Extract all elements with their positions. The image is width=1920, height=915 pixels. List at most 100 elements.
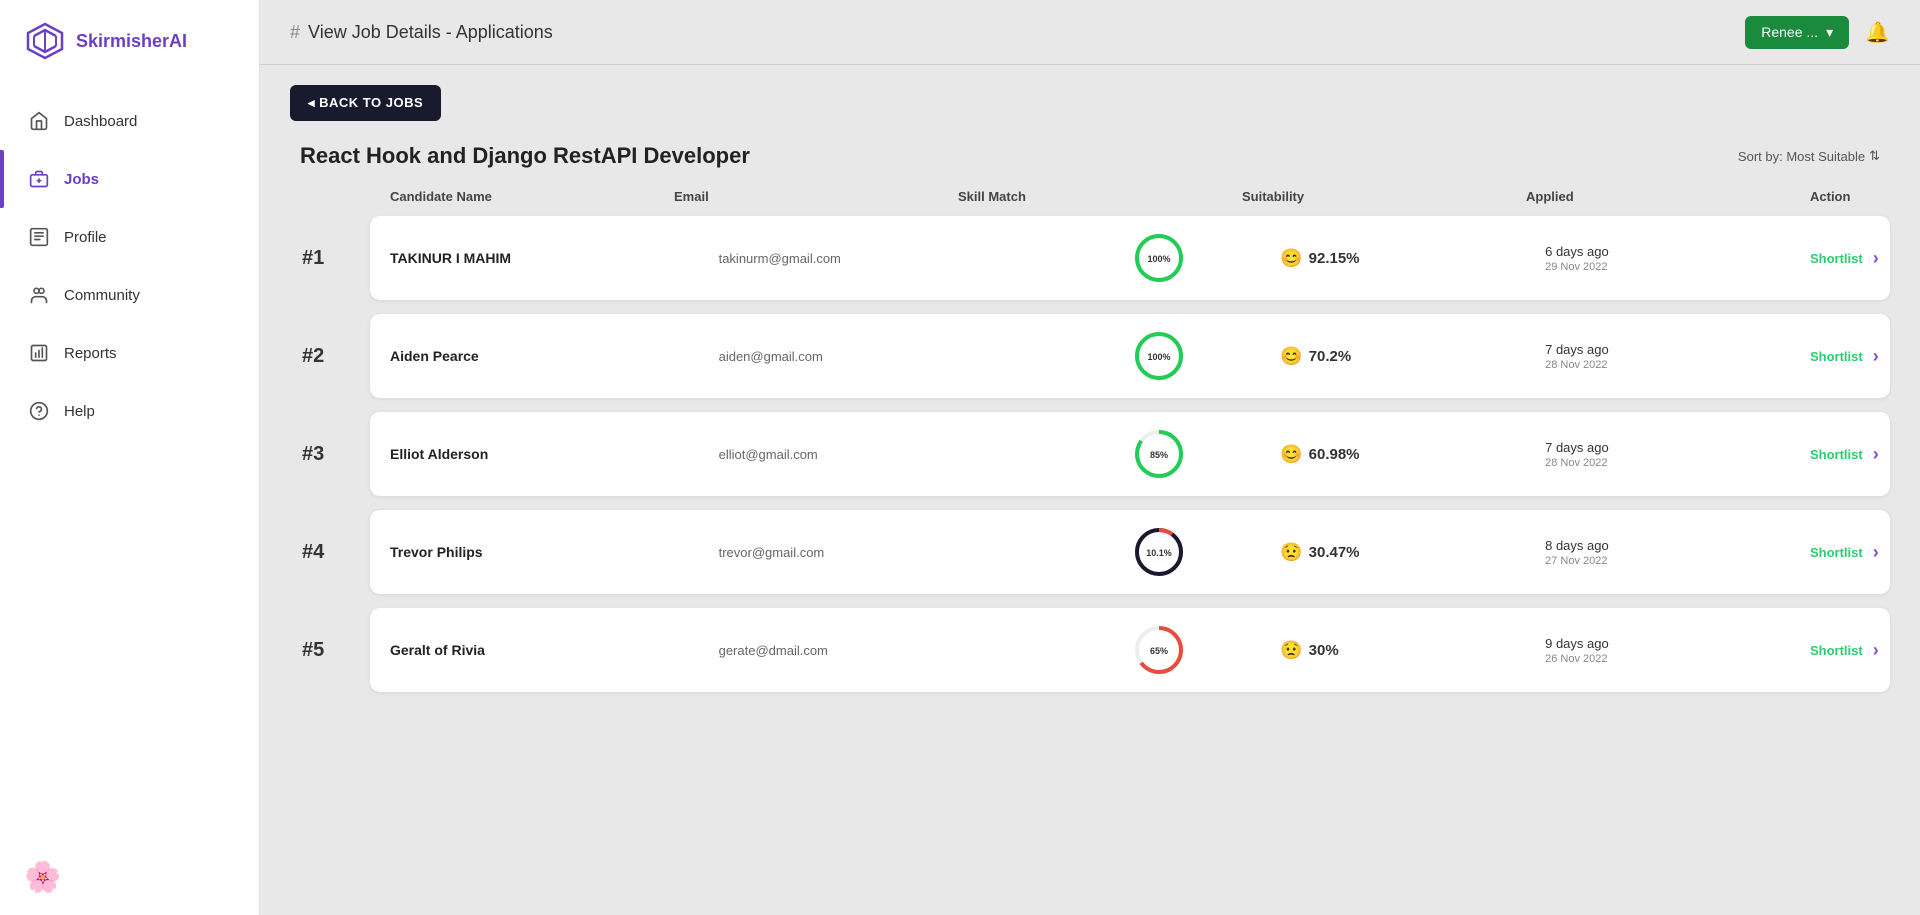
sidebar-item-label: Jobs (64, 171, 99, 188)
shortlist-link[interactable]: Shortlist (1810, 251, 1863, 266)
community-icon (28, 284, 50, 306)
chevron-right-icon[interactable]: › (1873, 640, 1879, 661)
candidate-card: Geralt of Rivia gerate@dmail.com 65% 😟 3… (370, 608, 1890, 692)
main-area: # View Job Details - Applications Renee … (260, 0, 1920, 915)
sort-icon: ⇅ (1869, 148, 1880, 164)
action-cell: Shortlist › (1810, 346, 1870, 367)
sidebar-item-profile[interactable]: Profile (0, 208, 259, 266)
candidate-email: trevor@gmail.com (719, 545, 1038, 560)
sidebar-item-label: Help (64, 403, 95, 420)
candidate-card: Aiden Pearce aiden@gmail.com 100% 😊 70.2… (370, 314, 1890, 398)
back-to-jobs-button[interactable]: ◂ BACK TO JOBS (290, 85, 441, 121)
sidebar-item-dashboard[interactable]: Dashboard (0, 92, 259, 150)
candidate-card: Trevor Philips trevor@gmail.com 10.1% 😟 … (370, 510, 1890, 594)
skill-match-circle: 100% (1047, 330, 1270, 382)
chevron-right-icon[interactable]: › (1873, 346, 1879, 367)
rank-label: #2 (290, 345, 370, 368)
shortlist-link[interactable]: Shortlist (1810, 643, 1863, 658)
page-title: React Hook and Django RestAPI Developer (300, 143, 750, 169)
content-area: ◂ BACK TO JOBS React Hook and Django Res… (260, 65, 1920, 915)
table-row: #4 Trevor Philips trevor@gmail.com 10.1%… (290, 510, 1890, 594)
skill-match-circle: 100% (1047, 232, 1270, 284)
skill-match-circle: 10.1% (1047, 526, 1270, 578)
candidate-email: aiden@gmail.com (719, 349, 1038, 364)
logo-text: SkirmisherAI (76, 31, 187, 52)
chevron-right-icon[interactable]: › (1873, 542, 1879, 563)
flower-icon: 🌸 (24, 861, 61, 894)
profile-icon (28, 226, 50, 248)
skill-match-circle: 65% (1047, 624, 1270, 676)
action-cell: Shortlist › (1810, 542, 1870, 563)
th-action: Action (1810, 189, 1870, 204)
action-cell: Shortlist › (1810, 640, 1870, 661)
th-rank (310, 189, 390, 204)
candidate-card: Elliot Alderson elliot@gmail.com 85% 😊 6… (370, 412, 1890, 496)
th-name: Candidate Name (390, 189, 674, 204)
th-applied: Applied (1526, 189, 1810, 204)
header-title: # View Job Details - Applications (290, 22, 553, 43)
header-title-text: View Job Details - Applications (308, 22, 553, 43)
sort-control[interactable]: Sort by: Most Suitable ⇅ (1738, 148, 1880, 164)
candidate-card: TAKINUR I MAHIM takinurm@gmail.com 100% … (370, 216, 1890, 300)
candidate-email: elliot@gmail.com (719, 447, 1038, 462)
chevron-down-icon: ▾ (1826, 24, 1833, 41)
sidebar-item-reports[interactable]: Reports (0, 324, 259, 382)
sidebar-item-label: Community (64, 287, 140, 304)
header-right: Renee ... ▾ 🔔 (1745, 16, 1890, 49)
sidebar-item-help[interactable]: Help (0, 382, 259, 440)
sidebar-item-community[interactable]: Community (0, 266, 259, 324)
logo: SkirmisherAI (0, 0, 259, 82)
sidebar-nav: Dashboard Jobs (0, 92, 259, 840)
svg-text:85%: 85% (1150, 450, 1168, 460)
header: # View Job Details - Applications Renee … (260, 0, 1920, 65)
chevron-right-icon[interactable]: › (1873, 248, 1879, 269)
action-cell: Shortlist › (1810, 444, 1870, 465)
suitability: 😊 70.2% (1280, 346, 1535, 367)
action-cell: Shortlist › (1810, 248, 1870, 269)
candidate-name: Elliot Alderson (390, 446, 709, 462)
candidate-name: TAKINUR I MAHIM (390, 250, 709, 266)
shortlist-link[interactable]: Shortlist (1810, 545, 1863, 560)
candidate-name: Geralt of Rivia (390, 642, 709, 658)
candidate-name: Trevor Philips (390, 544, 709, 560)
suitability: 😟 30% (1280, 640, 1535, 661)
help-icon (28, 400, 50, 422)
candidate-email: gerate@dmail.com (719, 643, 1038, 658)
chevron-right-icon[interactable]: › (1873, 444, 1879, 465)
th-suitability: Suitability (1242, 189, 1526, 204)
table-row: #3 Elliot Alderson elliot@gmail.com 85% … (290, 412, 1890, 496)
suitability: 😊 92.15% (1280, 248, 1535, 269)
reports-icon (28, 342, 50, 364)
table-row: #1 TAKINUR I MAHIM takinurm@gmail.com 10… (290, 216, 1890, 300)
shortlist-link[interactable]: Shortlist (1810, 349, 1863, 364)
sidebar-item-label: Dashboard (64, 113, 137, 130)
header-hash: # (290, 22, 300, 43)
sidebar-item-label: Reports (64, 345, 117, 362)
applied-info: 6 days ago 29 Nov 2022 (1545, 244, 1800, 273)
sidebar-bottom: 🌸 (0, 840, 259, 915)
rank-label: #3 (290, 443, 370, 466)
suitability: 😟 30.47% (1280, 542, 1535, 563)
notification-bell-icon[interactable]: 🔔 (1865, 20, 1890, 45)
logo-icon (24, 20, 66, 62)
user-button[interactable]: Renee ... ▾ (1745, 16, 1849, 49)
table-row: #2 Aiden Pearce aiden@gmail.com 100% 😊 7… (290, 314, 1890, 398)
svg-text:10.1%: 10.1% (1146, 548, 1172, 558)
table-header: Candidate Name Email Skill Match Suitabi… (290, 189, 1890, 216)
user-label: Renee ... (1761, 24, 1818, 40)
th-email: Email (674, 189, 958, 204)
th-skill: Skill Match (958, 189, 1242, 204)
back-label: ◂ BACK TO JOBS (308, 95, 423, 111)
applied-info: 7 days ago 28 Nov 2022 (1545, 342, 1800, 371)
page-header: React Hook and Django RestAPI Developer … (290, 143, 1890, 169)
shortlist-link[interactable]: Shortlist (1810, 447, 1863, 462)
home-icon (28, 110, 50, 132)
applied-info: 9 days ago 26 Nov 2022 (1545, 636, 1800, 665)
sort-label-text: Sort by: Most Suitable (1738, 149, 1865, 164)
svg-text:65%: 65% (1150, 646, 1168, 656)
table-row: #5 Geralt of Rivia gerate@dmail.com 65% … (290, 608, 1890, 692)
applied-info: 8 days ago 27 Nov 2022 (1545, 538, 1800, 567)
sidebar-item-jobs[interactable]: Jobs (0, 150, 259, 208)
sidebar-item-label: Profile (64, 229, 107, 246)
svg-text:100%: 100% (1147, 254, 1170, 264)
